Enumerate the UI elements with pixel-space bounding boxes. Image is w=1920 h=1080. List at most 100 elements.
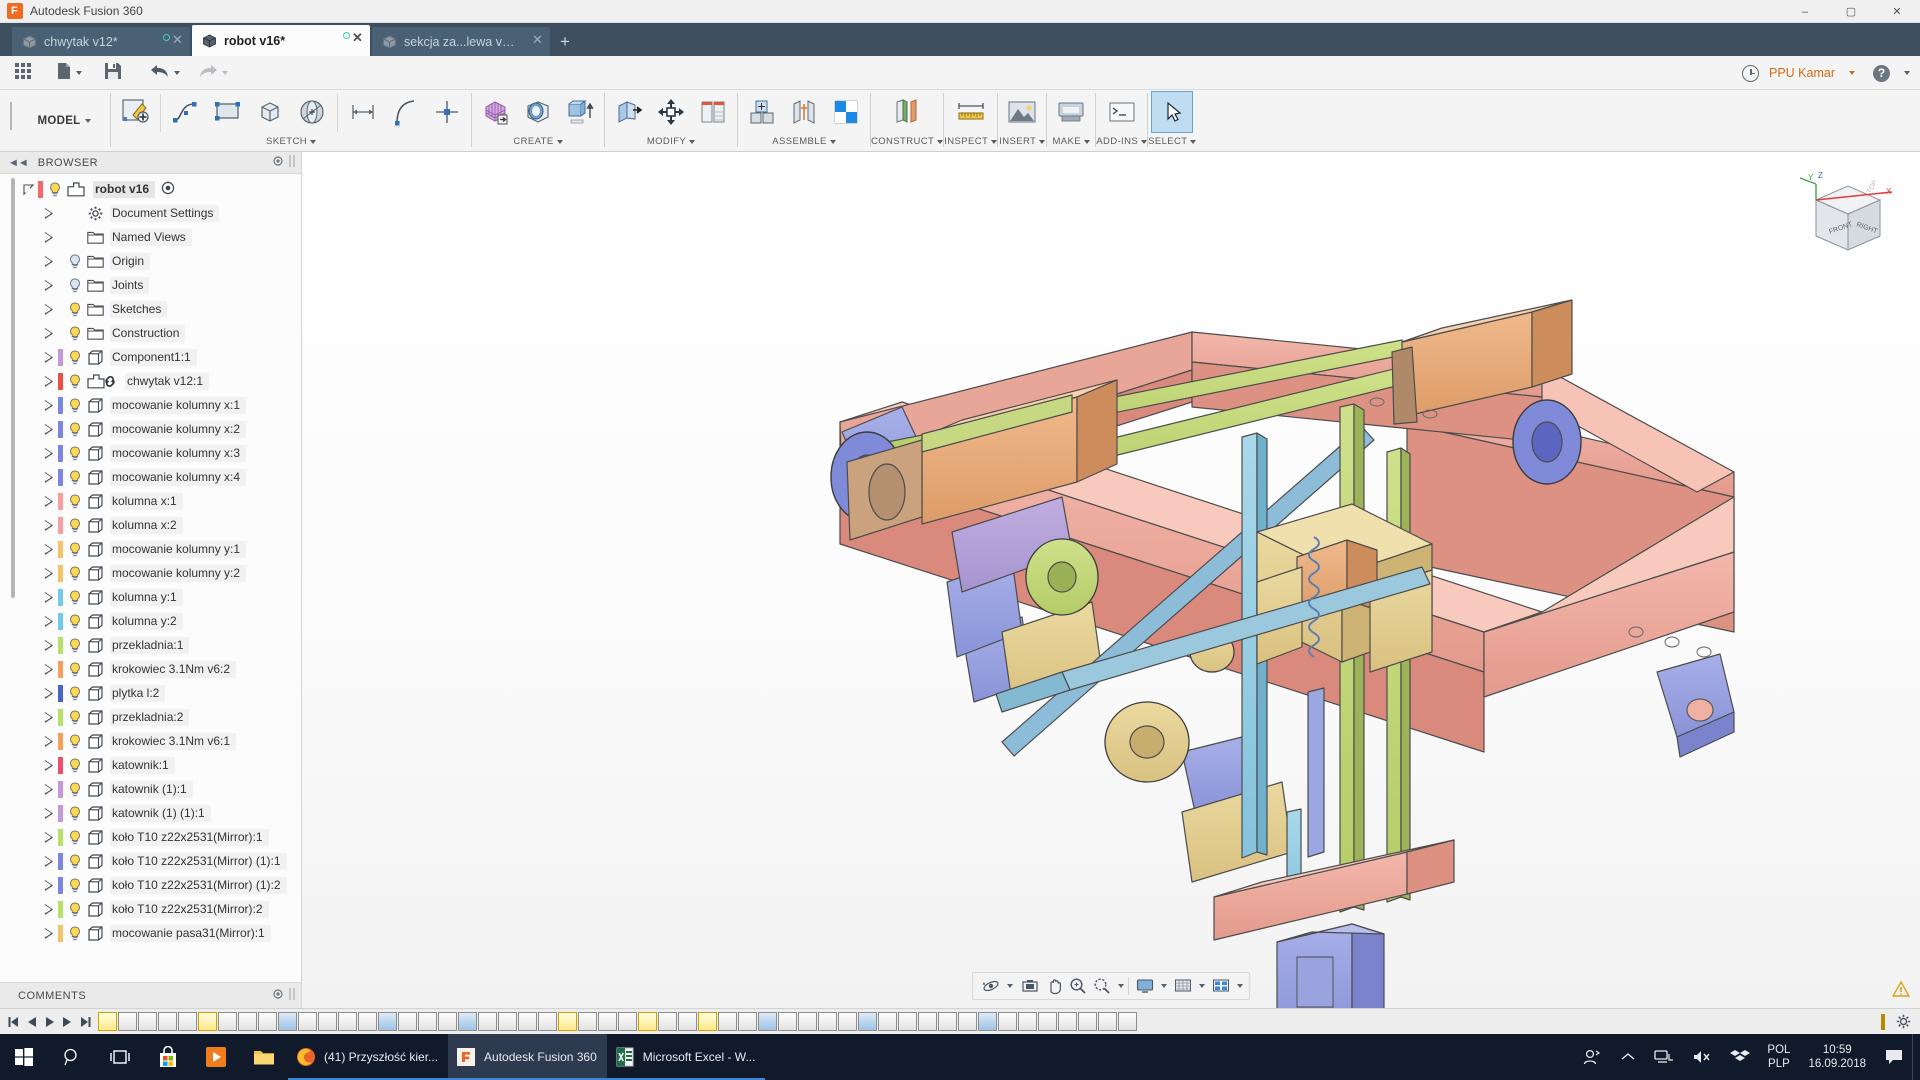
expand-arrow-icon[interactable] — [42, 735, 55, 748]
expand-arrow-icon[interactable] — [42, 399, 55, 412]
chevron-down-icon[interactable] — [1199, 984, 1205, 988]
press-pull-button[interactable] — [608, 91, 650, 133]
arc-button[interactable] — [384, 91, 426, 133]
cad-model-graphic[interactable] — [302, 152, 1920, 1008]
browser-tree-item[interactable]: koło T10 z22x2531(Mirror) (1):1 — [0, 849, 301, 873]
dropbox-icon[interactable] — [1721, 1034, 1759, 1080]
expand-arrow-icon[interactable] — [42, 303, 55, 316]
timeline-feature-item[interactable] — [918, 1012, 937, 1031]
play-button[interactable] — [40, 1012, 58, 1032]
start-button[interactable] — [0, 1034, 48, 1080]
browser-tree-item[interactable]: kolumna y:2 — [0, 609, 301, 633]
visibility-bulb-icon[interactable] — [68, 397, 82, 413]
save-button[interactable] — [98, 56, 128, 90]
timeline-feature-item[interactable] — [958, 1012, 977, 1031]
timeline-feature-item[interactable] — [1118, 1012, 1137, 1031]
expand-arrow-icon[interactable] — [42, 639, 55, 652]
timeline-feature-item[interactable] — [1078, 1012, 1097, 1031]
visibility-bulb-icon[interactable] — [68, 709, 82, 725]
browser-tree-item[interactable]: mocowanie kolumny y:1 — [0, 537, 301, 561]
ribbon-group-label-make[interactable]: MAKE — [1052, 134, 1090, 150]
ribbon-group-label-construct[interactable]: CONSTRUCT — [871, 134, 944, 150]
close-tab-icon[interactable]: ✕ — [171, 33, 184, 46]
timeline-feature-item[interactable] — [158, 1012, 177, 1031]
user-name-label[interactable]: PPU Kamar — [1769, 66, 1835, 80]
browser-tree-item[interactable]: koło T10 z22x2531(Mirror):2 — [0, 897, 301, 921]
browser-tree-item[interactable]: Origin — [0, 249, 301, 273]
visibility-bulb-icon[interactable] — [68, 853, 82, 869]
timeline-feature-item[interactable] — [758, 1012, 777, 1031]
timeline-feature-item[interactable] — [98, 1012, 117, 1031]
visibility-bulb-icon[interactable] — [68, 829, 82, 845]
people-icon[interactable] — [1573, 1034, 1611, 1080]
step-back-button[interactable] — [22, 1012, 40, 1032]
workspace-selector[interactable]: MODEL — [18, 90, 110, 152]
3d-viewport[interactable]: FRONT RIGHT TOP Y X Z — [302, 152, 1920, 1008]
expand-arrow-icon[interactable] — [42, 471, 55, 484]
timeline-feature-item[interactable] — [878, 1012, 897, 1031]
redo-button[interactable] — [192, 56, 234, 90]
ribbon-group-label-insert[interactable]: INSERT — [999, 134, 1046, 150]
visibility-bulb-icon[interactable] — [68, 613, 82, 629]
expand-arrow-icon[interactable] — [42, 423, 55, 436]
chevron-down-icon[interactable] — [1118, 984, 1124, 988]
timeline-feature-item[interactable] — [398, 1012, 417, 1031]
expand-arrow-icon[interactable] — [42, 279, 55, 292]
browser-tree-item[interactable]: krokowiec 3.1Nm v6:1 — [0, 729, 301, 753]
timeline-feature-item[interactable] — [138, 1012, 157, 1031]
expand-arrow-icon[interactable] — [42, 855, 55, 868]
visibility-bulb-icon[interactable] — [68, 781, 82, 797]
step-forward-button[interactable] — [58, 1012, 76, 1032]
expand-arrow-icon[interactable] — [42, 759, 55, 772]
visibility-bulb-icon[interactable] — [68, 757, 82, 773]
revolve-button[interactable] — [291, 91, 333, 133]
language-indicator[interactable]: POL PLP — [1759, 1043, 1798, 1071]
timeline-feature-item[interactable] — [698, 1012, 717, 1031]
timeline-feature-item[interactable] — [358, 1012, 377, 1031]
browser-tree-item[interactable]: krokowiec 3.1Nm v6:2 — [0, 657, 301, 681]
ribbon-group-label-addins[interactable]: ADD-INS — [1096, 134, 1148, 150]
measure-button[interactable] — [950, 91, 992, 133]
taskbar-app-fusion[interactable]: Autodesk Fusion 360 — [448, 1034, 607, 1080]
visibility-bulb-icon[interactable] — [68, 925, 82, 941]
dimension-button[interactable] — [342, 91, 384, 133]
network-icon[interactable] — [1645, 1034, 1683, 1080]
help-icon[interactable]: ? — [1873, 64, 1890, 82]
visibility-bulb-icon[interactable] — [68, 325, 82, 341]
minimize-button[interactable]: – — [1782, 0, 1828, 23]
ribbon-group-label-inspect[interactable]: INSPECT — [944, 134, 998, 150]
ribbon-group-label-modify[interactable]: MODIFY — [647, 134, 696, 150]
timeline-feature-item[interactable] — [578, 1012, 597, 1031]
search-icon[interactable] — [48, 1034, 96, 1080]
timeline-feature-item[interactable] — [298, 1012, 317, 1031]
expand-arrow-icon[interactable] — [42, 783, 55, 796]
expand-arrow-icon[interactable] — [42, 519, 55, 532]
warning-triangle-icon[interactable] — [1891, 980, 1911, 1000]
extrude-button[interactable] — [559, 91, 601, 133]
timeline-feature-item[interactable] — [798, 1012, 817, 1031]
action-center-icon[interactable] — [1876, 1034, 1912, 1080]
visibility-bulb-icon[interactable] — [68, 637, 82, 653]
expand-arrow-icon[interactable] — [42, 807, 55, 820]
expand-arrow-icon[interactable] — [42, 711, 55, 724]
show-desktop-button[interactable] — [1912, 1034, 1920, 1080]
timeline-feature-item[interactable] — [618, 1012, 637, 1031]
show-hidden-icons-icon[interactable] — [1611, 1034, 1645, 1080]
timeline-feature-item[interactable] — [218, 1012, 237, 1031]
skip-first-button[interactable] — [4, 1012, 22, 1032]
volume-muted-icon[interactable] — [1683, 1034, 1721, 1080]
select-cursor-button[interactable] — [1151, 91, 1194, 133]
browser-tree-item[interactable]: mocowanie pasa31(Mirror):1 — [0, 921, 301, 945]
timeline-feature-item[interactable] — [178, 1012, 197, 1031]
browser-tree-item[interactable]: kolumna y:1 — [0, 585, 301, 609]
expand-arrow-icon[interactable] — [42, 495, 55, 508]
document-tab-chwytak[interactable]: chwytak v12* ✕ — [12, 27, 190, 56]
timeline-feature-item[interactable] — [718, 1012, 737, 1031]
chevron-down-icon[interactable] — [1849, 71, 1855, 75]
clock[interactable]: 10:59 16.09.2018 — [1798, 1043, 1876, 1071]
browser-scrollbar[interactable] — [10, 178, 16, 942]
ribbon-group-label-create[interactable]: CREATE — [513, 134, 563, 150]
new-component-button[interactable] — [741, 91, 783, 133]
timeline-feature-item[interactable] — [658, 1012, 677, 1031]
panel-dot-icon[interactable] — [273, 989, 283, 1002]
